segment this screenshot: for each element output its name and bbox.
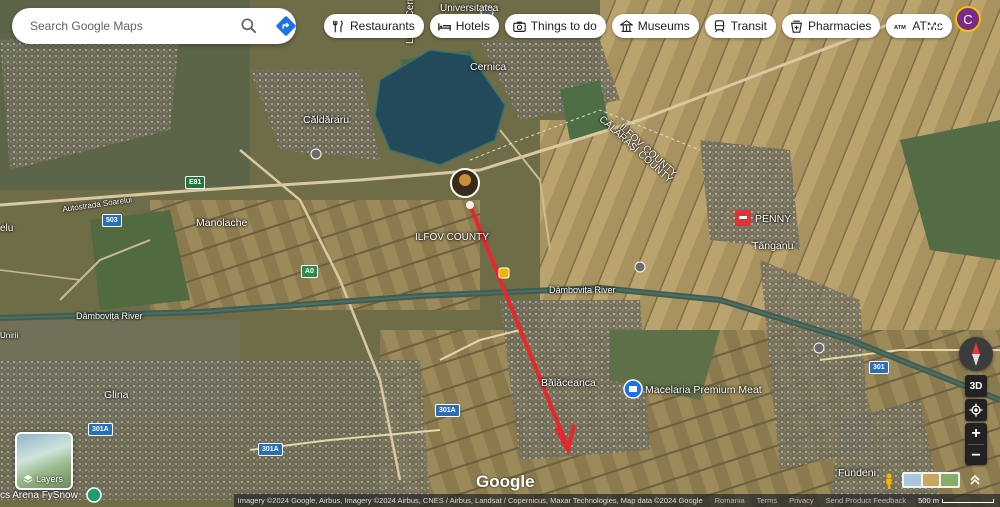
road-shield: 503: [102, 214, 122, 227]
transit-marker[interactable]: [634, 261, 646, 273]
place-label: Glina: [104, 389, 129, 401]
svg-text:ATM: ATM: [894, 24, 906, 30]
thumb-map[interactable]: [904, 474, 921, 486]
directions-icon[interactable]: [275, 15, 297, 37]
google-logo: Google: [476, 472, 535, 491]
scale-label: 500 m: [918, 496, 939, 505]
chip-restaurants[interactable]: Restaurants: [324, 14, 424, 38]
place-label: Fundeni: [838, 467, 876, 479]
road-shield: A0: [301, 265, 318, 278]
tilt-3d-button[interactable]: 3D: [965, 375, 987, 397]
river-label: Dâmbovița River: [76, 311, 143, 321]
compass-icon: [972, 342, 980, 366]
county-label: ILFOV COUNTY: [415, 232, 489, 243]
layers-caption: Layers: [23, 474, 63, 484]
attribution-bar: Imagery ©2024 Google, Airbus, Imagery ©2…: [233, 494, 1000, 507]
fork-knife-icon: [333, 19, 343, 32]
chip-hotels[interactable]: Hotels: [429, 14, 499, 38]
chip-label: Things to do: [530, 19, 597, 33]
place-label: Universitatea: [440, 3, 499, 14]
layers-button[interactable]: Layers: [15, 432, 73, 490]
thumb-terrain[interactable]: [922, 474, 940, 486]
place-label: Bălăceanca: [541, 377, 596, 389]
pharmacy-icon: [790, 20, 803, 33]
category-chips: Restaurants Hotels Things to do Museums …: [324, 14, 952, 38]
layers-icon: [23, 474, 33, 483]
zoom-in-button[interactable]: +: [965, 423, 987, 444]
zoom-control: + −: [965, 423, 987, 465]
penny-store-marker[interactable]: [735, 210, 751, 226]
butcher-shop-marker[interactable]: [623, 379, 643, 399]
scale-line: [942, 498, 994, 503]
scale-bar[interactable]: 500 m: [918, 496, 994, 505]
chip-museums[interactable]: Museums: [611, 14, 699, 38]
fuel-marker[interactable]: [498, 267, 510, 279]
place-label: elu: [0, 223, 14, 234]
search-box[interactable]: [12, 8, 296, 44]
bed-icon: [437, 22, 451, 31]
chip-label: Pharmacies: [808, 19, 872, 33]
chip-pharmacies[interactable]: Pharmacies: [782, 14, 881, 38]
river-label: Dâmbovița River: [549, 285, 616, 295]
place-label: cs Arena FySnow: [0, 490, 78, 501]
compass-button[interactable]: [959, 337, 993, 371]
place-label: Unirii: [0, 331, 19, 340]
street-view-pegman-icon[interactable]: [880, 472, 898, 490]
expand-chevron-icon[interactable]: [968, 473, 982, 487]
thumb-satellite[interactable]: [941, 474, 959, 486]
satellite-map[interactable]: [0, 0, 1000, 507]
poi-label[interactable]: Macelaria Premium Meat: [645, 384, 762, 396]
feedback-link[interactable]: Send Product Feedback: [826, 496, 906, 505]
poi-label[interactable]: PENNY: [755, 213, 791, 225]
imagery-thumbnails[interactable]: [902, 472, 960, 488]
atm-icon: ATM: [894, 24, 906, 30]
layers-label: Layers: [36, 474, 64, 484]
my-location-button[interactable]: [965, 399, 987, 421]
place-label: Cernica: [470, 61, 507, 73]
road-shield: E81: [185, 176, 206, 189]
place-label: Căldăraru: [303, 114, 350, 126]
apps-grid-icon[interactable]: [927, 13, 943, 29]
chip-label: Museums: [637, 19, 690, 33]
search-input[interactable]: [30, 19, 220, 33]
train-icon: [714, 19, 724, 32]
terms-link[interactable]: Terms: [757, 496, 777, 505]
my-location-icon: [969, 403, 983, 417]
imagery-attribution: Imagery ©2024 Google, Airbus, Imagery ©2…: [237, 496, 703, 505]
transit-marker[interactable]: [813, 342, 825, 354]
privacy-link[interactable]: Privacy: [789, 496, 814, 505]
road-shield: 301: [869, 361, 889, 374]
chip-transit[interactable]: Transit: [704, 14, 777, 38]
road-shield: 301A: [435, 404, 460, 417]
chip-things-to-do[interactable]: Things to do: [504, 14, 606, 38]
transit-marker[interactable]: [310, 148, 322, 160]
country-link[interactable]: Romania: [715, 496, 745, 505]
place-label: Tânganu: [752, 240, 794, 252]
chip-label: Hotels: [455, 19, 490, 33]
zoom-out-button[interactable]: −: [965, 445, 987, 466]
place-label: Manolache: [196, 217, 248, 229]
chip-label: Transit: [730, 19, 768, 33]
account-avatar[interactable]: C: [955, 6, 981, 32]
road-shield: 301A: [88, 423, 113, 436]
chip-label: Restaurants: [350, 19, 415, 33]
search-icon[interactable]: [239, 16, 259, 36]
museum-icon: [619, 19, 633, 32]
road-shield: 301A: [258, 443, 283, 456]
camera-icon: [512, 21, 526, 32]
arena-marker[interactable]: [86, 487, 102, 503]
